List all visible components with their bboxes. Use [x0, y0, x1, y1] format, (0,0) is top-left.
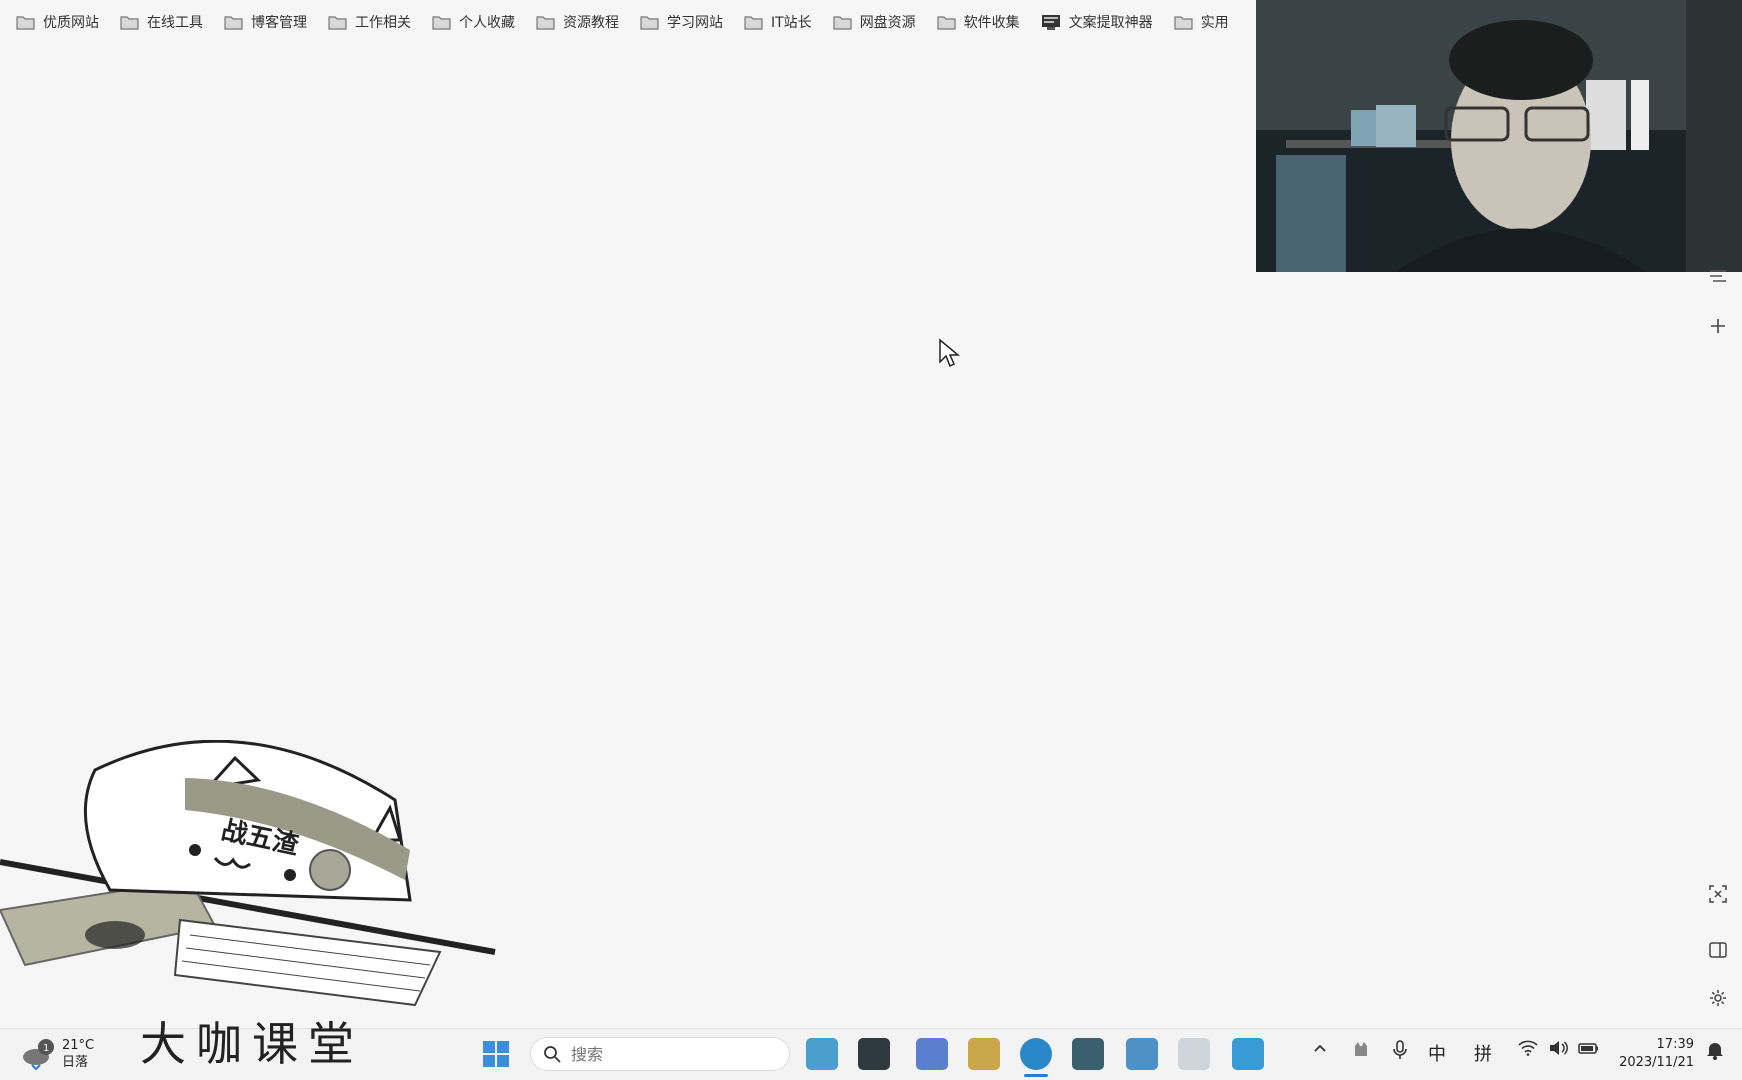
taskbar-search[interactable] — [530, 1037, 790, 1071]
taskbar-app-phone-icon[interactable] — [1232, 1038, 1264, 1070]
microphone-icon[interactable] — [1392, 1040, 1408, 1065]
folder-icon — [1174, 15, 1193, 30]
bookmark-wenan[interactable]: 文案提取神器 — [1041, 7, 1153, 37]
tray-overflow-chevron-icon[interactable] — [1312, 1040, 1328, 1061]
bookmark-label: IT站长 — [771, 15, 812, 31]
watermark-logo: 大咖课堂 — [140, 1017, 364, 1071]
folder-icon — [120, 15, 139, 30]
add-icon[interactable] — [1706, 314, 1730, 338]
notification-bell-icon[interactable] — [1706, 1040, 1724, 1065]
weather-cloud-icon: 1 — [23, 1039, 54, 1071]
page-icon — [1041, 14, 1060, 30]
folder-icon — [640, 15, 659, 30]
bookmark-label: 实用 — [1200, 15, 1229, 31]
volume-icon[interactable] — [1548, 1040, 1568, 1061]
bookmark-folder-it[interactable]: IT站长 — [744, 7, 812, 37]
bookmark-label: 学习网站 — [667, 15, 723, 31]
bookmark-label: 网盘资源 — [859, 15, 916, 31]
bookmark-folder-gongzuo[interactable]: 工作相关 — [328, 7, 411, 37]
bookmark-label: 工作相关 — [355, 15, 411, 31]
ime-mode[interactable]: 拼 — [1474, 1040, 1492, 1066]
weather-badge: 1 — [43, 1043, 49, 1054]
taskbar-app-notepad-icon[interactable] — [1126, 1038, 1158, 1070]
bookmark-folder-shiyong[interactable]: 实用 — [1174, 7, 1229, 37]
bookmark-folder-boke[interactable]: 博客管理 — [224, 7, 307, 37]
webcam-video — [1256, 0, 1742, 272]
taskbar-app-network-icon[interactable] — [1178, 1038, 1210, 1070]
bookmark-label: 文案提取神器 — [1068, 15, 1153, 31]
bookmark-folder-ziyuan[interactable]: 资源教程 — [536, 7, 619, 37]
taskbar-app-weather-icon[interactable] — [806, 1038, 838, 1070]
bookmark-folder-wangpan[interactable]: 网盘资源 — [833, 7, 916, 37]
bookmark-folder-xuexi[interactable]: 学习网站 — [640, 7, 723, 37]
folder-icon — [536, 15, 555, 30]
bookmark-label: 软件收集 — [963, 15, 1020, 31]
folder-icon — [937, 15, 956, 30]
folder-icon — [432, 15, 451, 30]
mouse-cursor-icon — [939, 338, 960, 368]
folder-icon — [328, 15, 347, 30]
clock-date: 2023/11/21 — [1619, 1055, 1694, 1070]
bookmark-label: 在线工具 — [147, 15, 203, 31]
taskbar-app-notebook-icon[interactable] — [858, 1038, 890, 1070]
bookmark-folder-zaixian[interactable]: 在线工具 — [120, 7, 203, 37]
bookmark-label: 资源教程 — [563, 15, 619, 31]
taskbar-app-edge-icon[interactable] — [1020, 1038, 1052, 1070]
taskbar-app-store-icon[interactable] — [1072, 1038, 1104, 1070]
bookmark-folder-geren[interactable]: 个人收藏 — [432, 7, 515, 37]
ime-language[interactable]: 中 — [1428, 1040, 1446, 1066]
weather-widget[interactable]: 1 21°C 日落 — [20, 1037, 94, 1071]
folder-icon — [224, 15, 243, 30]
search-icon — [544, 1046, 561, 1063]
battery-icon[interactable] — [1578, 1040, 1600, 1061]
bookmarks-bar: 优质网站 在线工具 博客管理 工作相关 个人收藏 资源教程 学习网站 IT站长 … — [0, 0, 1260, 44]
clock-time: 17:39 — [1656, 1037, 1694, 1052]
active-app-indicator — [1024, 1074, 1048, 1077]
search-input[interactable] — [569, 1043, 773, 1065]
taskbar-app-folder-icon[interactable] — [968, 1038, 1000, 1070]
windows-start-icon[interactable] — [482, 1040, 510, 1068]
taskbar-app-teams-icon[interactable] — [916, 1038, 948, 1070]
mascot-cat-illustration: 战五渣 — [0, 739, 500, 1030]
webcam-overlay — [1256, 0, 1742, 272]
wifi-icon[interactable] — [1518, 1040, 1538, 1061]
taskbar-clock[interactable]: 17:39 2023/11/21 — [1610, 1036, 1694, 1072]
bookmark-folder-ruanjian[interactable]: 软件收集 — [937, 7, 1020, 37]
folder-icon — [16, 15, 35, 30]
weather-temp: 21°C — [62, 1038, 95, 1053]
folder-icon — [833, 15, 852, 30]
rail-partial-icon[interactable] — [1706, 264, 1730, 288]
weather-condition: 日落 — [62, 1055, 89, 1070]
bookmark-label: 博客管理 — [251, 15, 307, 31]
bookmark-folder-youzhi[interactable]: 优质网站 — [16, 7, 99, 37]
bookmark-label: 优质网站 — [43, 15, 99, 31]
folder-icon — [744, 15, 763, 30]
tray-cat-icon[interactable] — [1352, 1040, 1370, 1063]
sidebar-toggle-icon[interactable] — [1706, 938, 1730, 962]
screenshot-icon[interactable] — [1706, 882, 1730, 906]
settings-gear-icon[interactable] — [1706, 986, 1730, 1010]
bookmark-label: 个人收藏 — [459, 15, 515, 31]
